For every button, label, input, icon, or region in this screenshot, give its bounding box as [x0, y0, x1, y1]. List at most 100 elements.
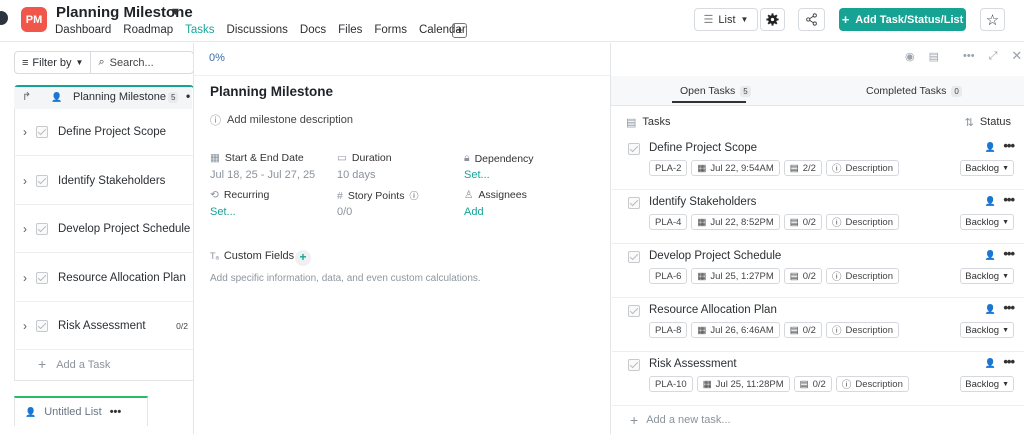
- more-icon[interactable]: •••: [1003, 300, 1015, 315]
- description-chip[interactable]: ⓘ Description: [835, 376, 909, 392]
- description-chip[interactable]: ⓘ Description: [825, 268, 900, 284]
- chevron-right-icon[interactable]: ›: [14, 125, 36, 139]
- subtask-count[interactable]: ▤ 0/2: [783, 322, 822, 338]
- chevron-right-icon[interactable]: ›: [14, 174, 36, 188]
- chevron-right-icon[interactable]: ›: [14, 222, 36, 236]
- add-new-task-row[interactable]: + Add a new task...: [630, 413, 731, 427]
- nav-roadmap[interactable]: Roadmap: [123, 24, 173, 36]
- assign-icon[interactable]: 👤: [985, 304, 996, 315]
- assign-icon[interactable]: 👤: [985, 358, 996, 369]
- assign-icon[interactable]: 👤: [985, 142, 996, 153]
- checkbox[interactable]: [36, 174, 48, 187]
- more-icon[interactable]: •••: [1003, 138, 1015, 153]
- task-name[interactable]: Resource Allocation Plan: [649, 304, 777, 316]
- expand-icon[interactable]: ⤢: [989, 50, 998, 63]
- more-icon[interactable]: •: [186, 89, 190, 103]
- status-dropdown[interactable]: Backlog ▼: [960, 160, 1014, 176]
- view-switcher-button[interactable]: ☰ List ▼: [694, 8, 758, 31]
- milestone-title[interactable]: Planning Milestone: [210, 84, 333, 99]
- chevron-right-icon[interactable]: ›: [14, 319, 36, 333]
- status-column-header[interactable]: ⇅ Status: [965, 116, 1011, 129]
- add-task-row[interactable]: + Add a Task: [38, 357, 110, 371]
- archive-icon[interactable]: ▤: [929, 50, 939, 63]
- assign-icon[interactable]: 👤: [985, 196, 996, 207]
- add-view-icon[interactable]: +: [452, 23, 467, 38]
- add-custom-field-button[interactable]: +: [295, 250, 311, 266]
- settings-button[interactable]: [760, 8, 785, 31]
- subtask-count[interactable]: ▤ 2/2: [783, 160, 822, 176]
- task-name[interactable]: Develop Project Schedule: [649, 250, 781, 262]
- table-row[interactable]: Define Project Scope 👤 ••• PLA-2 ▦ Jul 22…: [612, 136, 1024, 190]
- task-name[interactable]: Risk Assessment: [649, 358, 737, 370]
- task-name[interactable]: Define Project Scope: [649, 142, 757, 154]
- checkbox[interactable]: [628, 197, 640, 209]
- status-dropdown[interactable]: Backlog ▼: [960, 376, 1014, 392]
- list-item[interactable]: › Develop Project Schedule: [14, 205, 194, 253]
- favorite-button[interactable]: ☆: [980, 8, 1005, 31]
- checkbox[interactable]: [628, 359, 640, 371]
- more-icon[interactable]: •••: [1003, 246, 1015, 261]
- due-date[interactable]: ▦ Jul 26, 6:46AM: [691, 322, 780, 338]
- nav-tasks[interactable]: Tasks: [185, 24, 214, 36]
- checkbox[interactable]: [36, 125, 48, 138]
- tab-open-tasks[interactable]: Open Tasks 5: [680, 85, 751, 97]
- nav-docs[interactable]: Docs: [300, 24, 326, 36]
- list-item[interactable]: › Define Project Scope: [14, 108, 194, 156]
- description-chip[interactable]: ⓘ Description: [825, 322, 900, 338]
- dependency-value[interactable]: Set...: [464, 169, 490, 181]
- assign-icon[interactable]: 👤: [51, 92, 62, 103]
- nav-discussions[interactable]: Discussions: [227, 24, 288, 36]
- task-name[interactable]: Identify Stakeholders: [649, 196, 756, 208]
- collapse-icon[interactable]: ↱: [22, 90, 31, 103]
- story-points-value[interactable]: 0/0: [337, 206, 352, 218]
- table-row[interactable]: Resource Allocation Plan 👤 ••• PLA-8 ▦ Ju…: [612, 298, 1024, 352]
- checkbox[interactable]: [628, 143, 640, 155]
- table-row[interactable]: Identify Stakeholders 👤 ••• PLA-4 ▦ Jul 2…: [612, 190, 1024, 244]
- close-icon[interactable]: ✕: [1011, 49, 1022, 63]
- status-dropdown[interactable]: Backlog ▼: [960, 214, 1014, 230]
- status-dropdown[interactable]: Backlog ▼: [960, 322, 1014, 338]
- due-date[interactable]: ▦ Jul 22, 8:52PM: [691, 214, 780, 230]
- due-date[interactable]: ▦ Jul 22, 9:54AM: [691, 160, 780, 176]
- more-icon[interactable]: •••: [1003, 354, 1015, 369]
- description-chip[interactable]: ⓘ Description: [825, 160, 900, 176]
- due-date[interactable]: ▦ Jul 25, 1:27PM: [691, 268, 780, 284]
- nav-forms[interactable]: Forms: [374, 24, 407, 36]
- list-item[interactable]: › Resource Allocation Plan: [14, 254, 194, 302]
- assignees-value[interactable]: Add: [464, 206, 484, 218]
- checkbox[interactable]: [36, 222, 48, 235]
- chevron-down-icon[interactable]: ▼: [170, 6, 181, 18]
- share-button[interactable]: [798, 8, 825, 31]
- dates-value[interactable]: Jul 18, 25 - Jul 27, 25: [210, 169, 315, 181]
- table-row[interactable]: Develop Project Schedule 👤 ••• PLA-6 ▦ Ju…: [612, 244, 1024, 298]
- description-chip[interactable]: ⓘ Description: [825, 214, 900, 230]
- checkbox[interactable]: [36, 319, 48, 332]
- checkbox[interactable]: [628, 251, 640, 263]
- nav-files[interactable]: Files: [338, 24, 362, 36]
- list-item[interactable]: › Risk Assessment 0/2: [14, 302, 194, 350]
- untitled-list-header[interactable]: 👤 Untitled List •••: [14, 396, 148, 426]
- filter-button[interactable]: ≡ Filter by ▼: [15, 52, 92, 73]
- more-icon[interactable]: •••: [110, 406, 122, 418]
- checkbox[interactable]: [628, 305, 640, 317]
- tab-completed-tasks[interactable]: Completed Tasks 0: [866, 85, 962, 97]
- status-dropdown[interactable]: Backlog ▼: [960, 268, 1014, 284]
- project-logo[interactable]: PM: [21, 7, 47, 32]
- description-field[interactable]: ⓘ Add milestone description: [210, 112, 353, 128]
- nav-dashboard[interactable]: Dashboard: [55, 24, 111, 36]
- checkbox[interactable]: [36, 271, 48, 284]
- more-icon[interactable]: •••: [1003, 192, 1015, 207]
- eye-icon[interactable]: ◉: [905, 50, 915, 63]
- add-task-button[interactable]: + Add Task/Status/List: [839, 8, 966, 31]
- recurring-value[interactable]: Set...: [210, 206, 236, 218]
- group-title[interactable]: Planning Milestone: [73, 91, 166, 103]
- chevron-right-icon[interactable]: ›: [14, 271, 36, 285]
- subtask-count[interactable]: ▤ 0/2: [793, 376, 832, 392]
- subtask-count[interactable]: ▤ 0/2: [783, 268, 822, 284]
- subtask-count[interactable]: ▤ 0/2: [783, 214, 822, 230]
- assign-icon[interactable]: 👤: [985, 250, 996, 261]
- table-row[interactable]: Risk Assessment 👤 ••• PLA-10 ▦ Jul 25, 11…: [612, 352, 1024, 406]
- more-icon[interactable]: •••: [963, 50, 975, 63]
- due-date[interactable]: ▦ Jul 25, 11:28PM: [696, 376, 790, 392]
- search-input[interactable]: ⌕ Search...: [91, 56, 160, 69]
